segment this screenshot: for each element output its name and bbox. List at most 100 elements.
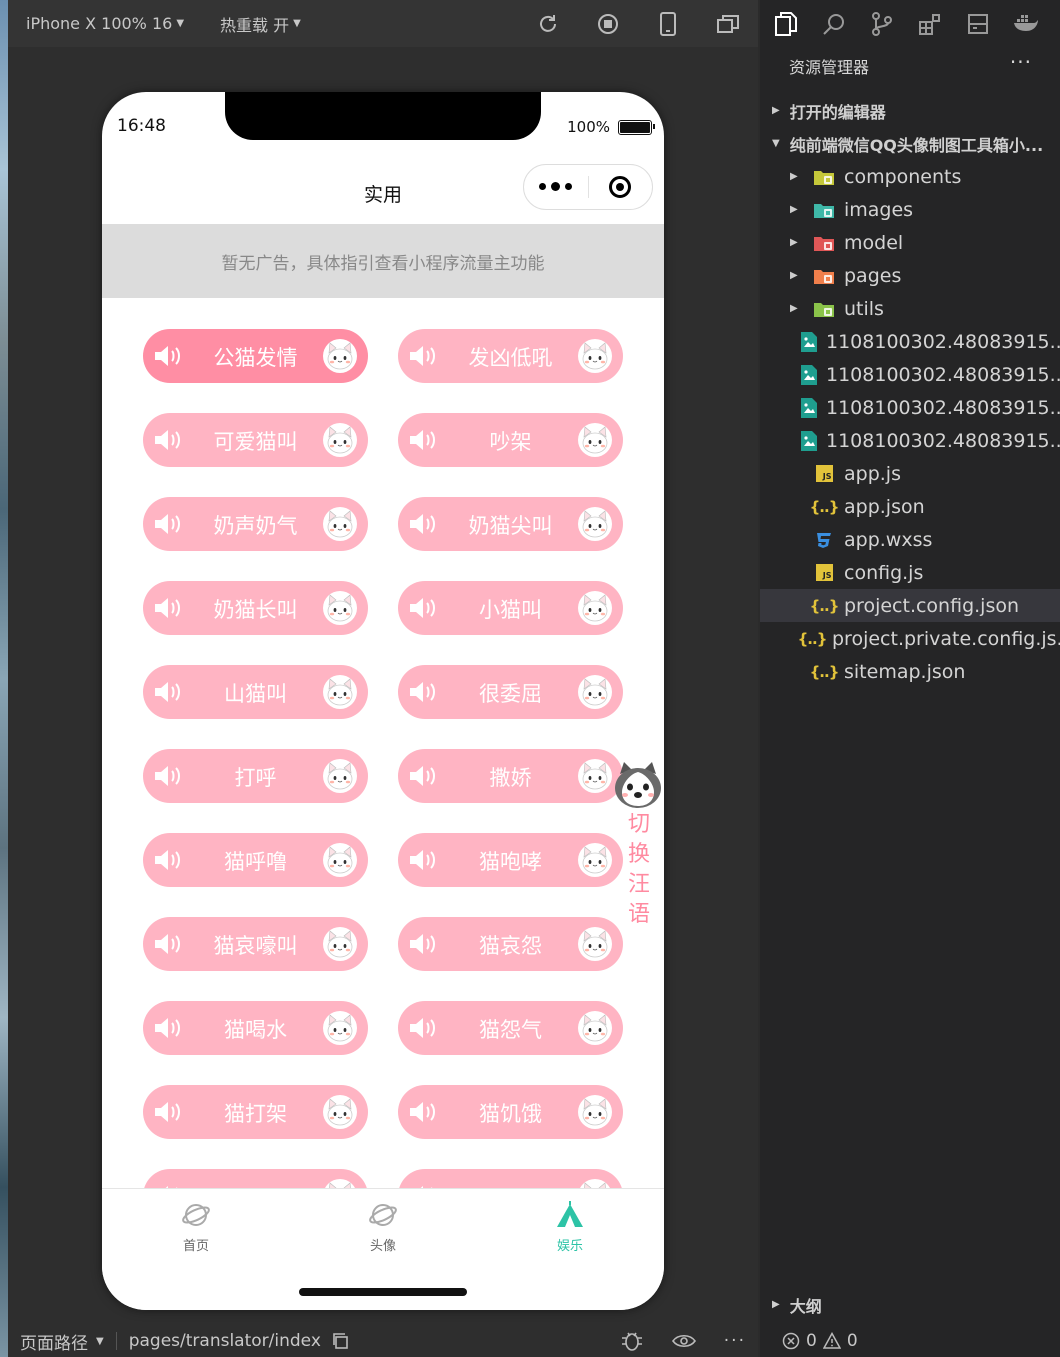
folder-item[interactable]: ▶ utils [760, 292, 1060, 325]
storage-icon[interactable] [954, 13, 1002, 35]
switch-dog-language-link[interactable]: 切 换 汪 语 [624, 810, 654, 930]
file-item[interactable]: 1108100302.48083915... [760, 391, 1060, 424]
chevron-right-icon: ▶ [790, 237, 798, 248]
chevron-right-icon: ▶ [790, 171, 798, 182]
more-icon[interactable]: ··· [724, 1331, 746, 1351]
tab-avatar[interactable]: 头像 [323, 1201, 443, 1254]
docker-icon[interactable] [1002, 14, 1050, 34]
cat-icon [322, 338, 358, 378]
sound-button[interactable]: 猫怨气 [398, 1001, 623, 1055]
sound-button[interactable]: 奶声奶气 [143, 497, 368, 551]
cat-icon [577, 1010, 613, 1050]
simulator-statusbar: 页面路径 ▼ pages/translator/index ··· [8, 1325, 758, 1357]
page-path-selector[interactable]: 页面路径 ▼ [20, 1329, 104, 1354]
tab-entertainment[interactable]: 娱乐 [510, 1201, 630, 1254]
status-battery: 100% [567, 118, 655, 136]
folder-item[interactable]: ▶ images [760, 193, 1060, 226]
more-icon[interactable]: ··· [1010, 50, 1032, 74]
close-miniprogram-icon[interactable] [589, 176, 653, 198]
sound-button[interactable]: 吵架 [398, 413, 623, 467]
image-file-icon [800, 331, 818, 353]
sound-button-partial[interactable] [143, 1169, 368, 1188]
file-item[interactable]: app.wxss [760, 523, 1060, 556]
sound-button[interactable]: 发凶低吼 [398, 329, 623, 383]
popout-icon[interactable] [698, 13, 758, 35]
stop-icon[interactable] [578, 13, 638, 35]
more-icon[interactable] [524, 182, 588, 191]
sound-button[interactable]: 公猫发情 [143, 329, 368, 383]
eye-icon[interactable] [671, 1333, 696, 1349]
sound-button[interactable]: 猫哀怨 [398, 917, 623, 971]
project-section[interactable]: ▼ 纯前端微信QQ头像制图工具箱小... [760, 127, 1060, 160]
open-editors-section[interactable]: ▶ 打开的编辑器 [760, 94, 1060, 127]
dog-icon[interactable] [612, 760, 664, 814]
tab-home[interactable]: 首页 [136, 1201, 256, 1254]
bug-icon[interactable] [620, 1330, 644, 1352]
sound-button[interactable]: 奶猫长叫 [143, 581, 368, 635]
tree-item-label: sitemap.json [844, 660, 966, 683]
tab-home-label: 首页 [182, 1239, 209, 1254]
outline-section[interactable]: ▶ 大纲 [760, 1288, 1060, 1321]
sound-button[interactable]: 打呼 [143, 749, 368, 803]
folder-item[interactable]: ▶ components [760, 160, 1060, 193]
file-item[interactable]: 1108100302.48083915... [760, 325, 1060, 358]
file-item[interactable]: {..} project.config.json [760, 589, 1060, 622]
error-icon [782, 1332, 800, 1350]
file-item[interactable]: {..} sitemap.json [760, 655, 1060, 688]
image-file-icon [800, 397, 818, 419]
cat-icon [322, 506, 358, 546]
sound-button[interactable]: 可爱猫叫 [143, 413, 368, 467]
file-item[interactable]: 1108100302.48083915... [760, 358, 1060, 391]
cat-icon [322, 422, 358, 462]
sound-button[interactable]: 山猫叫 [143, 665, 368, 719]
sound-button[interactable]: 猫饥饿 [398, 1085, 623, 1139]
sound-button[interactable]: 猫呼噜 [143, 833, 368, 887]
simulator-toolbar: iPhone X 100% 16 ▼ 热重载 开 ▼ [8, 0, 758, 47]
status-time: 16:48 [117, 116, 166, 136]
phone-icon[interactable] [638, 11, 698, 36]
sound-button-partial[interactable] [398, 1169, 623, 1188]
chevron-down-icon: ▼ [772, 138, 780, 149]
cat-icon [577, 842, 613, 882]
sound-button[interactable]: 猫打架 [143, 1085, 368, 1139]
cat-icon [322, 842, 358, 882]
file-item[interactable]: JS config.js [760, 556, 1060, 589]
folder-icon [812, 199, 836, 221]
warning-icon [822, 1332, 841, 1349]
tree-item-label: app.js [844, 462, 901, 485]
planet-icon [369, 1204, 397, 1226]
file-item[interactable]: {..} project.private.config.js... [760, 622, 1060, 655]
problems-status[interactable]: 0 0 [760, 1325, 1060, 1357]
switch-char: 汪 [627, 872, 650, 897]
files-icon[interactable] [762, 12, 810, 36]
refresh-icon[interactable] [518, 13, 578, 35]
home-indicator [299, 1288, 467, 1296]
sound-button[interactable]: 猫喝水 [143, 1001, 368, 1055]
folder-item[interactable]: ▶ model [760, 226, 1060, 259]
file-item[interactable]: {..} app.json [760, 490, 1060, 523]
source-control-icon[interactable] [858, 12, 906, 36]
sound-button[interactable]: 撒娇 [398, 749, 623, 803]
sound-button[interactable]: 猫哀嚎叫 [143, 917, 368, 971]
sound-button[interactable]: 小猫叫 [398, 581, 623, 635]
folder-item[interactable]: ▶ pages [760, 259, 1060, 292]
switch-char: 换 [627, 842, 650, 867]
tree-item-label: 1108100302.48083915... [826, 363, 1060, 386]
folder-icon [812, 298, 836, 320]
tree-item-label: app.json [844, 495, 925, 518]
cat-icon [577, 422, 613, 462]
file-item[interactable]: 1108100302.48083915... [760, 424, 1060, 457]
device-selector[interactable]: iPhone X 100% 16 ▼ [8, 14, 184, 33]
copy-icon[interactable] [331, 1332, 349, 1350]
tree-item-label: project.private.config.js... [832, 627, 1060, 650]
chevron-down-icon: ▼ [176, 18, 185, 29]
json-file-icon: {..} [809, 497, 840, 516]
sound-button[interactable]: 很委屈 [398, 665, 623, 719]
sound-button[interactable]: 奶猫尖叫 [398, 497, 623, 551]
file-item[interactable]: JS app.js [760, 457, 1060, 490]
sound-button[interactable]: 猫咆哮 [398, 833, 623, 887]
extensions-icon[interactable] [906, 12, 954, 36]
search-icon[interactable] [810, 12, 858, 36]
hotreload-selector[interactable]: 热重载 开 ▼ [184, 12, 301, 36]
error-count: 0 [806, 1331, 817, 1351]
